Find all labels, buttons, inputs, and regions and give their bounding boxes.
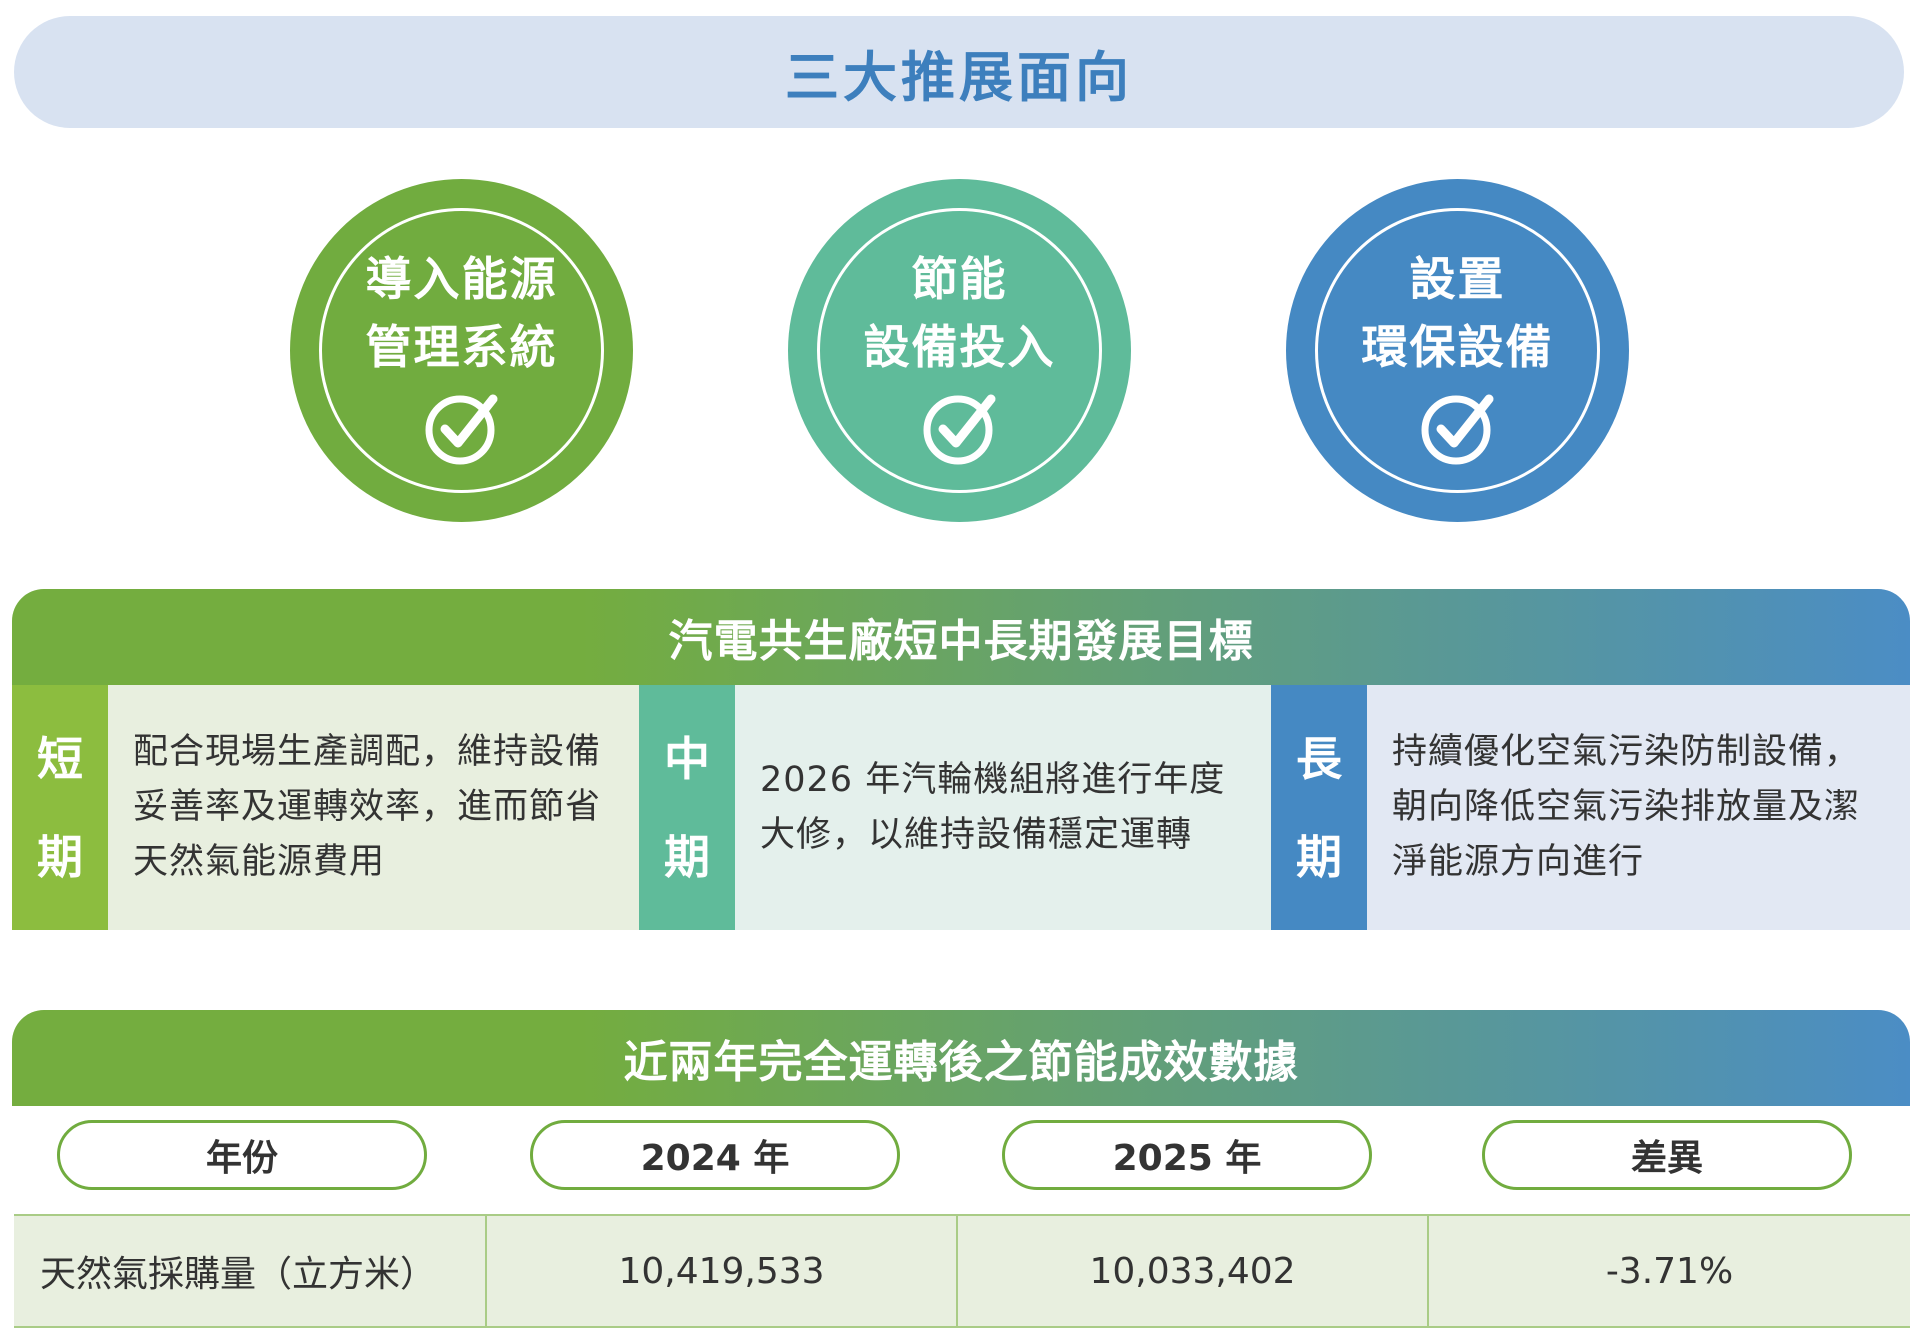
long-term-text: 持續優化空氣污染防制設備，朝向降低空氣污染排放量及潔淨能源方向進行 <box>1392 732 1861 882</box>
long-term-label-char-1: 長 <box>1296 731 1342 786</box>
circle-ring: 設置 環保設備 <box>1315 208 1600 493</box>
circle-energy-saving: 節能 設備投入 <box>788 179 1131 522</box>
goals-section-title: 汽電共生廠短中長期發展目標 <box>668 616 1254 667</box>
circle-environmental-equipment: 設置 環保設備 <box>1286 179 1629 522</box>
short-term-label-char-1: 短 <box>37 731 83 786</box>
circle-energy-management: 導入能源 管理系統 <box>290 179 633 522</box>
column-header-year: 年份 <box>57 1120 427 1190</box>
circle-line-1: 設置 <box>1409 251 1506 306</box>
column-header-difference: 差異 <box>1482 1120 1852 1190</box>
table-header-row: 年份 2024 年 2025 年 差異 <box>12 1106 1910 1212</box>
goals-section-header: 汽電共生廠短中長期發展目標 <box>12 589 1910 685</box>
column-header-2024: 2024 年 <box>530 1120 900 1190</box>
circle-line-1: 導入能源 <box>365 251 558 306</box>
goals-row: 短 期 配合現場生產調配，維持設備妥善率及運轉效率，進而節省天然氣能源費用 中 … <box>12 685 1910 930</box>
circle-line-2: 設備投入 <box>863 319 1056 374</box>
check-circle-icon <box>923 394 995 464</box>
circle-ring: 節能 設備投入 <box>817 208 1102 493</box>
long-term-label-char-2: 期 <box>1296 829 1342 884</box>
circle-line-1: 節能 <box>911 251 1008 306</box>
value-2024-cell: 10,419,533 <box>485 1216 956 1326</box>
mid-term-label: 中 期 <box>639 685 735 930</box>
column-header-2025: 2025 年 <box>1002 1120 1372 1190</box>
circle-line-2: 管理系統 <box>365 319 558 374</box>
mid-term-label-char-2: 期 <box>664 829 710 884</box>
mid-term-label-char-1: 中 <box>664 731 710 786</box>
circle-line-2: 環保設備 <box>1361 319 1554 374</box>
mid-term-text-cell: 2026 年汽輪機組將進行年度大修，以維持設備穩定運轉 <box>735 685 1271 930</box>
row-label-cell: 天然氣採購量（立方米） <box>40 1254 437 1295</box>
short-term-text-cell: 配合現場生產調配，維持設備妥善率及運轉效率，進而節省天然氣能源費用 <box>108 685 639 930</box>
energy-data-section-header: 近兩年完全運轉後之節能成效數據 <box>12 1010 1910 1106</box>
short-term-label: 短 期 <box>12 685 108 930</box>
long-term-text-cell: 持續優化空氣污染防制設備，朝向降低空氣污染排放量及潔淨能源方向進行 <box>1367 685 1910 930</box>
short-term-text: 配合現場生產調配，維持設備妥善率及運轉效率，進而節省天然氣能源費用 <box>133 732 602 882</box>
mid-term-text: 2026 年汽輪機組將進行年度大修，以維持設備穩定運轉 <box>760 759 1226 855</box>
short-term-label-char-2: 期 <box>37 829 83 884</box>
energy-data-section-title: 近兩年完全運轉後之節能成效數據 <box>623 1037 1299 1088</box>
circle-ring: 導入能源 管理系統 <box>319 208 604 493</box>
table-row: 天然氣採購量（立方米） 10,419,533 10,033,402 -3.71% <box>14 1214 1910 1328</box>
difference-cell: -3.71% <box>1427 1216 1910 1326</box>
long-term-label: 長 期 <box>1271 685 1367 930</box>
title-banner: 三大推展面向 <box>14 16 1904 128</box>
value-2025-cell: 10,033,402 <box>956 1216 1427 1326</box>
check-circle-icon <box>1421 394 1493 464</box>
check-circle-icon <box>425 394 497 464</box>
page-title: 三大推展面向 <box>785 45 1133 109</box>
